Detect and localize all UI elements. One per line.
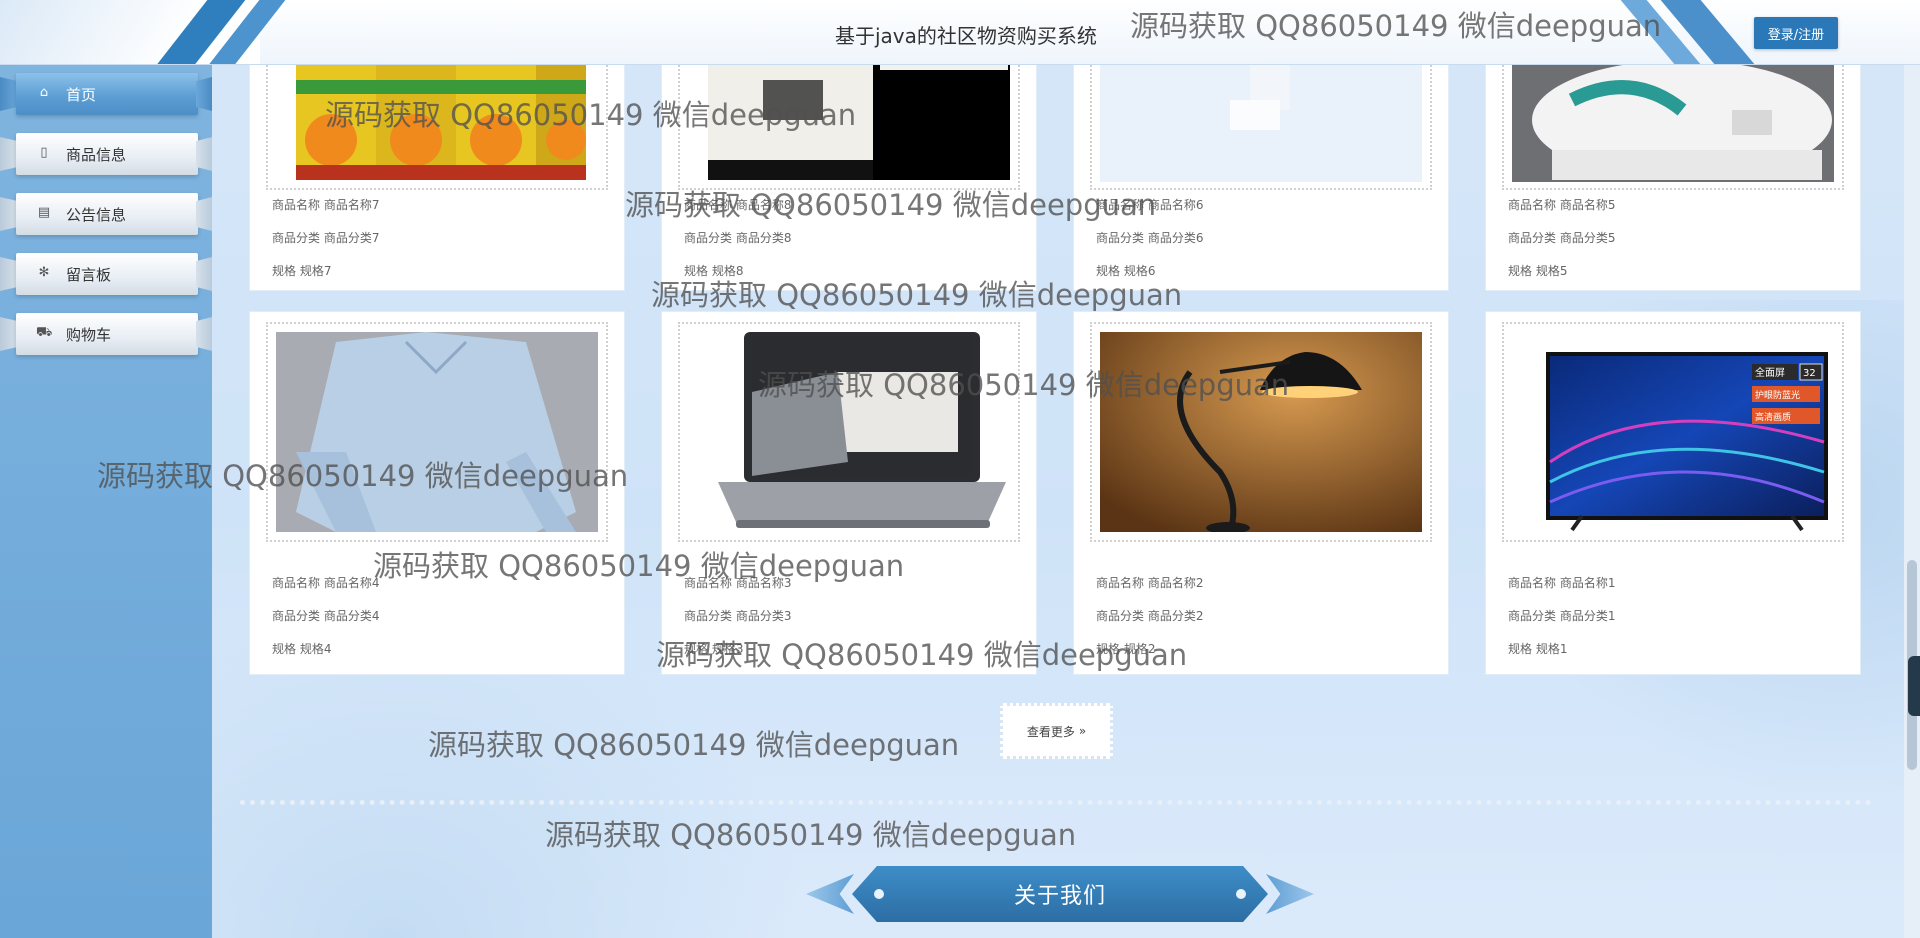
sidebar: ⌂ 首页 ▯ 商品信息 ▤ 公告信息 ✻ 留言板 ⛟ 购物车: [0, 65, 212, 938]
product-name: 商品名称 商品名称5: [1508, 198, 1616, 212]
product-image-frame: [266, 322, 608, 542]
view-more-label: 查看更多: [1026, 724, 1075, 739]
sidebar-item-label: 留言板: [66, 266, 112, 284]
double-chevron-right-icon: »: [1078, 724, 1087, 738]
notice-icon: ▤: [37, 205, 51, 220]
sidebar-item-label: 首页: [66, 86, 97, 104]
tv-badge-group: 全面屏 32 护眼防蓝光 高清画质: [1752, 363, 1823, 424]
product-category: 商品分类 商品分类4: [272, 609, 380, 623]
product-category: 商品分类 商品分类5: [1508, 231, 1616, 245]
product-spec: 规格 规格2: [1096, 642, 1156, 656]
product-card[interactable]: 商品名称 商品名称3 商品分类 商品分类3 规格 规格3: [662, 312, 1036, 674]
sidebar-item-label: 购物车: [66, 326, 112, 344]
tv-badge-text: 护眼防蓝光: [1755, 389, 1800, 401]
product-image-frame: [1090, 322, 1432, 542]
product-card[interactable]: 商品名称 商品名称4 商品分类 商品分类4 规格 规格4: [250, 312, 624, 674]
sidebar-item-label: 商品信息: [66, 146, 127, 164]
sidebar-item-products[interactable]: ▯ 商品信息: [0, 129, 212, 179]
document-icon: ▯: [40, 145, 48, 160]
product-image-lamp: [1100, 332, 1422, 532]
login-register-button[interactable]: 登录/注册: [1754, 17, 1838, 49]
product-name: 商品名称 商品名称6: [1096, 198, 1204, 212]
product-spec: 规格 规格1: [1508, 642, 1568, 656]
product-spec: 规格 规格8: [684, 264, 744, 278]
product-image-laptop: [688, 332, 1010, 532]
product-image-frame: 全面屏 32 护眼防蓝光 高清画质: [1502, 322, 1844, 542]
product-image-blouse: [276, 332, 598, 532]
product-spec: 规格 规格6: [1096, 264, 1156, 278]
product-category: 商品分类 商品分类7: [272, 231, 380, 245]
home-icon: ⌂: [39, 85, 49, 100]
section-divider: [240, 800, 1872, 805]
sidebar-item-label: 公告信息: [66, 206, 127, 224]
product-spec: 规格 规格7: [272, 264, 332, 278]
sidebar-item-message-board[interactable]: ✻ 留言板: [0, 249, 212, 299]
sidebar-item-home[interactable]: ⌂ 首页: [0, 69, 212, 119]
product-category: 商品分类 商品分类1: [1508, 609, 1616, 623]
product-card[interactable]: 商品名称 商品名称2 商品分类 商品分类2 规格 规格2: [1074, 312, 1448, 674]
about-us-title: 关于我们: [1013, 884, 1106, 909]
product-category: 商品分类 商品分类6: [1096, 231, 1204, 245]
product-name: 商品名称 商品名称8: [684, 198, 792, 212]
sidebar-item-notices[interactable]: ▤ 公告信息: [0, 189, 212, 239]
view-more-button[interactable]: 查看更多 »: [1000, 703, 1113, 759]
floating-side-widget[interactable]: [1908, 656, 1920, 716]
about-us-banner: 关于我们: [806, 862, 1314, 926]
product-spec: 规格 规格5: [1508, 264, 1568, 278]
tv-badge-text: 全面屏: [1755, 366, 1785, 379]
product-image-frame: [678, 322, 1020, 542]
product-name: 商品名称 商品名称1: [1508, 576, 1616, 590]
product-card[interactable]: 全面屏 32 护眼防蓝光 高清画质 商品名称 商品名称1 商品分类 商品分类1 …: [1486, 312, 1860, 674]
product-spec: 规格 规格3: [684, 642, 744, 656]
product-category: 商品分类 商品分类3: [684, 609, 792, 623]
product-category: 商品分类 商品分类8: [684, 231, 792, 245]
vertical-scrollbar[interactable]: [1904, 0, 1920, 938]
asterisk-icon: ✻: [38, 265, 50, 280]
sidebar-item-cart[interactable]: ⛟ 购物车: [0, 309, 212, 359]
tv-badge-text: 32: [1803, 368, 1816, 379]
product-name: 商品名称 商品名称4: [272, 576, 380, 590]
product-image-tv: 全面屏 32 护眼防蓝光 高清画质: [1512, 332, 1834, 532]
product-spec: 规格 规格4: [272, 642, 332, 656]
product-name: 商品名称 商品名称3: [684, 576, 792, 590]
cart-icon: ⛟: [36, 325, 53, 340]
product-category: 商品分类 商品分类2: [1096, 609, 1204, 623]
tv-badge-text: 高清画质: [1755, 411, 1791, 423]
product-name: 商品名称 商品名称2: [1096, 576, 1204, 590]
product-name: 商品名称 商品名称7: [272, 198, 380, 212]
top-header: 基于java的社区物资购买系统 登录/注册: [0, 0, 1920, 65]
site-title: 基于java的社区物资购买系统: [835, 24, 1097, 48]
